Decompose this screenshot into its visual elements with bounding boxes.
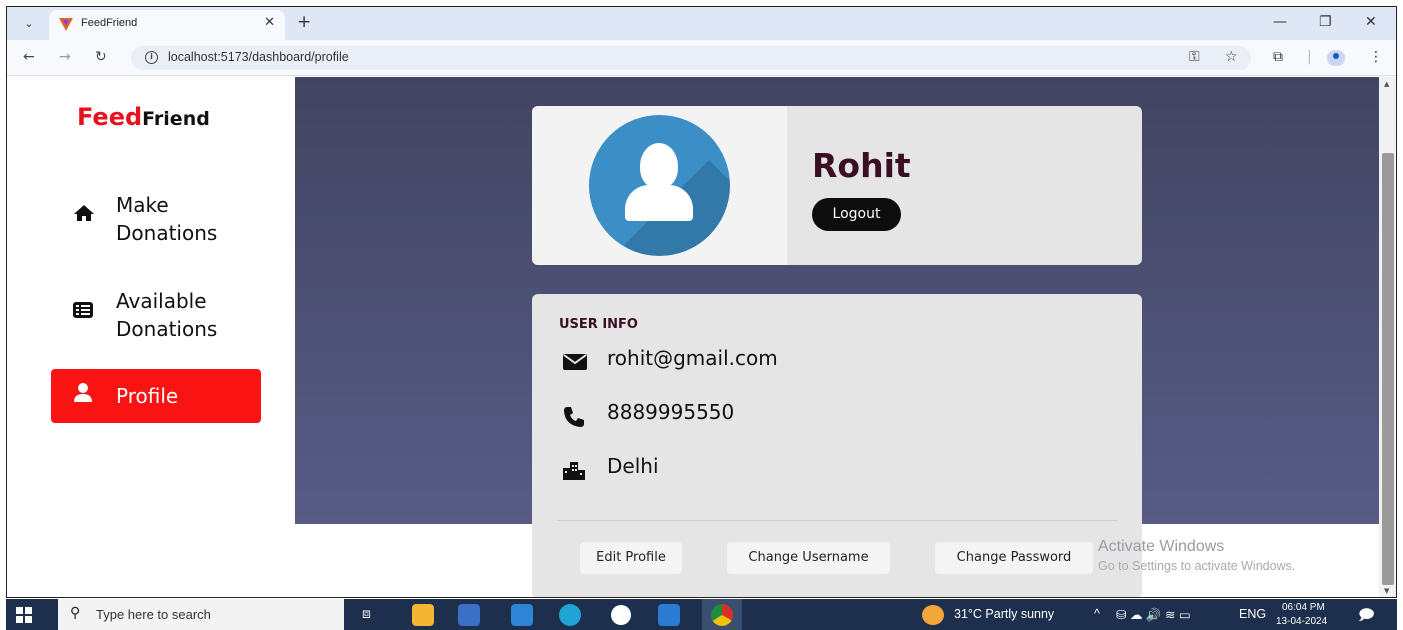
browser-window: ⌄ FeedFriend ✕ + — ❐ ✕ ← → ↻ i localhost… [6, 6, 1397, 598]
activate-windows-title: Activate Windows [1098, 538, 1225, 555]
sidebar-item-make-donations[interactable]: Make Donations [51, 189, 261, 249]
home-icon [73, 204, 95, 227]
sidebar-item-profile[interactable]: Profile [51, 369, 261, 423]
language-indicator[interactable]: ENG [1239, 607, 1266, 621]
phone-icon [563, 406, 587, 433]
url-text: localhost:5173/dashboard/profile [168, 50, 349, 64]
profile-header-card: Rohit Logout [532, 106, 1142, 265]
profile-avatar-icon[interactable] [1327, 50, 1345, 66]
site-info-icon[interactable]: i [145, 51, 158, 64]
clock-time[interactable]: 06:04 PM [1282, 602, 1325, 613]
mail-icon[interactable] [511, 604, 533, 626]
edit-profile-button[interactable]: Edit Profile [580, 542, 682, 574]
file-explorer-icon[interactable] [412, 604, 434, 626]
task-view-icon[interactable]: ⧈ [362, 605, 371, 622]
notification-icon[interactable]: 🗩 [1358, 605, 1375, 630]
activate-windows-subtitle: Go to Settings to activate Windows. [1098, 559, 1296, 573]
tab-strip: ⌄ FeedFriend ✕ + — ❐ ✕ [7, 7, 1396, 40]
sidebar-item-available-donations[interactable]: Available Donations [51, 285, 261, 345]
vscode-icon[interactable] [658, 604, 680, 626]
vite-favicon-icon [59, 18, 73, 31]
city-buildings-icon [563, 462, 587, 485]
app-circle-icon[interactable] [611, 605, 631, 625]
chrome-icon[interactable] [711, 604, 733, 626]
sidebar: FeedFriend Make Donations Available Dona… [7, 77, 295, 597]
list-icon [73, 302, 93, 323]
avatar-panel [532, 106, 787, 265]
browser-toolbar: ← → ↻ i localhost:5173/dashboard/profile… [7, 40, 1396, 76]
scroll-up-arrow-icon[interactable]: ▲ [1384, 80, 1389, 88]
bookmark-star-icon[interactable]: ☆ [1225, 49, 1238, 65]
user-info-heading: USER INFO [559, 317, 638, 332]
avatar [589, 115, 730, 256]
taskbar-search-placeholder: Type here to search [96, 607, 211, 622]
brand-part-feed: Feed [77, 103, 143, 131]
toolbar-divider: | [1307, 49, 1312, 65]
phone-value: 8889995550 [607, 400, 735, 424]
change-username-button[interactable]: Change Username [727, 542, 890, 574]
clock-date[interactable]: 13-04-2024 [1276, 616, 1327, 627]
change-password-button[interactable]: Change Password [935, 542, 1093, 574]
browser-menu-icon[interactable]: ⋮ [1369, 49, 1383, 65]
weather-icon[interactable] [922, 605, 944, 625]
sidebar-item-label: Profile [116, 384, 179, 408]
avatar-body [625, 185, 693, 221]
password-key-icon[interactable]: ⚿ [1189, 49, 1200, 65]
brand-logo[interactable]: FeedFriend [77, 103, 210, 131]
tray-status-icons[interactable]: ⛁ ☁ 🔊 ≋ ▭ [1116, 607, 1191, 623]
email-value: rohit@gmail.com [607, 346, 778, 370]
forward-icon[interactable]: → [59, 49, 71, 65]
new-tab-button[interactable]: + [297, 12, 311, 32]
windows-start-icon[interactable] [16, 607, 32, 623]
browser-tab[interactable]: FeedFriend ✕ [49, 10, 285, 40]
weather-text[interactable]: 31°C Partly sunny [954, 607, 1054, 621]
windows-taskbar: ⚲ Type here to search ⧈ 31°C Partly sunn… [6, 599, 1397, 630]
search-icon: ⚲ [70, 605, 81, 621]
close-window-icon[interactable]: ✕ [1365, 14, 1377, 30]
user-icon [73, 383, 93, 408]
tab-title: FeedFriend [81, 17, 138, 29]
scroll-down-arrow-icon[interactable]: ▼ [1384, 587, 1389, 595]
user-info-card: USER INFO rohit@gmail.com 8889995550 Del… [532, 294, 1142, 597]
app-page: FeedFriend Make Donations Available Dona… [7, 77, 1396, 597]
avatar-head [640, 143, 678, 189]
tray-expand-icon[interactable]: ^ [1094, 607, 1100, 621]
brand-part-friend: Friend [142, 108, 210, 130]
taskbar-search-box[interactable]: ⚲ Type here to search [58, 599, 344, 630]
sidebar-item-label: Available Donations [116, 289, 218, 341]
address-bar[interactable]: i localhost:5173/dashboard/profile ⚿ ☆ [131, 46, 1251, 70]
sidebar-item-label: Make Donations [116, 193, 218, 245]
reload-icon[interactable]: ↻ [95, 49, 107, 65]
store-icon[interactable] [458, 604, 480, 626]
envelope-icon [563, 354, 587, 375]
back-icon[interactable]: ← [23, 49, 35, 65]
user-name: Rohit [812, 146, 911, 185]
tab-search-dropdown-icon[interactable]: ⌄ [17, 13, 41, 35]
logout-button[interactable]: Logout [812, 198, 901, 231]
scroll-thumb[interactable] [1382, 153, 1394, 585]
divider [557, 520, 1117, 521]
minimize-icon[interactable]: — [1273, 14, 1287, 30]
city-value: Delhi [607, 454, 659, 478]
page-scrollbar[interactable]: ▲ ▼ [1379, 77, 1396, 597]
edge-icon[interactable] [559, 604, 581, 626]
extensions-icon[interactable]: ⧉ [1273, 49, 1283, 65]
tab-close-icon[interactable]: ✕ [264, 15, 275, 30]
restore-icon[interactable]: ❐ [1319, 14, 1332, 30]
